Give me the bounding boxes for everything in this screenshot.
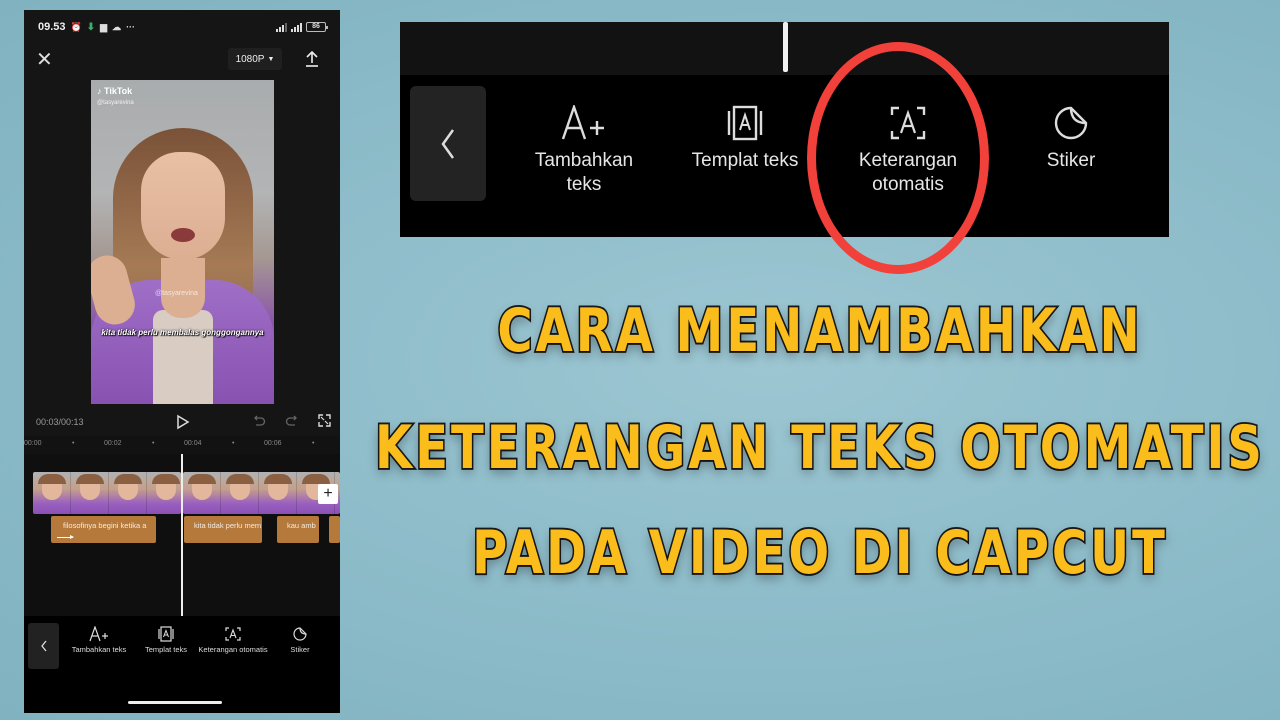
add-clip-button[interactable]: + [318,484,338,504]
preview-figure-top [153,310,213,404]
toolbar-label-line2: otomatis [872,174,944,195]
title-line-3: PADA VIDEO DI CAPCUT [471,516,1168,590]
editor-top-bar: ✕ 1080P ▼ [24,44,340,78]
toolbar-sticker[interactable]: Stiker [265,626,335,654]
battery-icon: 86 [306,22,328,32]
text-clip[interactable]: kau amb [277,516,319,543]
playback-controls: 00:03/00:13 [24,408,340,436]
zoomed-add-text[interactable]: Tambahkan teks [509,105,659,197]
ruler-dot: • [312,440,315,447]
clip-frame [71,472,109,514]
sticker-icon [1054,106,1088,140]
upload-icon[interactable] [304,50,320,68]
preview-figure-neck [161,258,205,318]
sticker-icon [293,627,307,641]
video-clip-2[interactable] [183,472,340,514]
download-icon: ⬇ [86,21,96,33]
text-clip[interactable]: kita tidak perlu mem [184,516,262,543]
auto-caption-icon [225,627,241,641]
signal-icon-2 [291,22,302,32]
clip-frame [109,472,147,514]
add-text-icon [561,105,604,140]
zoomed-toolbar: Tambahkan teks Templat teks Keterangan o… [400,22,1169,237]
zoomed-playhead [783,22,788,72]
toolbar-label: Keterangan otomatis [198,645,268,654]
timecode: 00:03/00:13 [36,417,84,427]
resolution-value: 1080P [235,53,265,65]
close-icon[interactable]: ✕ [36,49,53,71]
title-line-2: KETERANGAN TEKS OTOMATIS [374,411,1265,485]
zoomed-sticker[interactable]: Stiker [996,105,1146,173]
title-line-1: CARA MENAMBAHKAN [496,294,1143,368]
ruler-tick: 00:02 [104,440,122,447]
tiktok-brand: TikTok [104,86,133,96]
more-notifications-icon: ··· [126,22,136,32]
tiktok-watermark: ♪ TikTok [97,86,133,96]
ruler-tick: 00:00 [24,440,42,447]
preview-figure-face [141,152,225,260]
zoomed-back-button[interactable] [410,86,486,201]
tiktok-handle: @tasyarevina [97,100,134,106]
ruler-dot: • [232,440,235,447]
toolbar-label-line2: teks [566,174,602,195]
text-template-icon [727,105,763,141]
clip-frame [259,472,297,514]
ruler-tick: 00:04 [184,440,202,447]
clip-frame [147,472,181,514]
resolution-dropdown[interactable]: 1080P ▼ [228,48,282,70]
zoomed-text-template[interactable]: Templat teks [670,105,820,173]
playhead[interactable] [181,454,183,618]
play-icon[interactable] [176,414,190,430]
toolbar-add-text[interactable]: Tambahkan teks [64,626,134,654]
preview-figure-mouth [171,228,195,242]
auto-caption-icon [890,106,926,140]
toolbar-label: Tambahkan teks [71,645,127,654]
video-clip-1[interactable] [33,472,181,514]
time-ruler[interactable]: 00:00 • 00:02 • 00:04 • 00:06 • [24,436,340,454]
toolbar-label-line1: Tambahkan [534,150,634,171]
alarm-icon: ⏰ [70,21,82,32]
text-clip-label: filosofinya begini ketika a [63,521,147,530]
clock-time: 09.53 [38,21,66,33]
clip-frame [33,472,71,514]
toolbar-label-line1: Keterangan [858,150,958,171]
undo-icon[interactable] [252,414,266,428]
toolbar-label: Templat teks [144,645,188,654]
notification-icon: ▆ [100,21,108,32]
text-template-icon [158,626,174,642]
fullscreen-icon[interactable] [318,414,331,427]
chevron-left-icon [40,640,47,652]
toolbar-label: Stiker [290,645,310,654]
video-caption: kita tidak perlu membalas gonggongannya [101,328,264,337]
zoomed-auto-caption[interactable]: Keterangan otomatis [833,105,983,197]
redo-icon[interactable] [285,414,299,428]
toolbar-auto-caption[interactable]: Keterangan otomatis [198,626,268,654]
back-button[interactable] [28,623,59,669]
chevron-left-icon [441,128,455,159]
ruler-dot: • [72,440,75,447]
add-text-icon [89,626,108,642]
ruler-tick: 00:06 [264,440,282,447]
toolbar-label-line1: Stiker [1046,150,1096,171]
toolbar-label-line1: Templat teks [691,150,799,171]
signal-icon [276,22,287,32]
text-clip[interactable] [329,516,340,543]
video-preview[interactable]: ♪ TikTok @tasyarevina @tasyarevina kita … [91,80,274,404]
text-clip-label: kau amb [287,521,316,530]
status-bar: 09.53 ⏰ ⬇ ▆ ☁ ··· 86 [24,10,340,44]
chevron-down-icon: ▼ [267,55,275,63]
ruler-dot: • [152,440,155,447]
text-clip-label: kita tidak perlu mem [194,521,262,530]
cloud-icon: ☁ [112,21,122,32]
arrow-right-icon [57,535,74,539]
clip-frame [183,472,221,514]
center-watermark: @tasyarevina [155,290,198,297]
text-clip[interactable]: filosofinya begini ketika a [51,516,156,543]
toolbar-text-template[interactable]: Templat teks [131,626,201,654]
clip-frame [221,472,259,514]
text-toolbar: Tambahkan teks Templat teks Keterangan o… [24,616,340,713]
phone-screen: 09.53 ⏰ ⬇ ▆ ☁ ··· 86 ✕ 1080P ▼ ♪ TikTok … [24,10,340,713]
home-indicator[interactable] [128,701,222,704]
